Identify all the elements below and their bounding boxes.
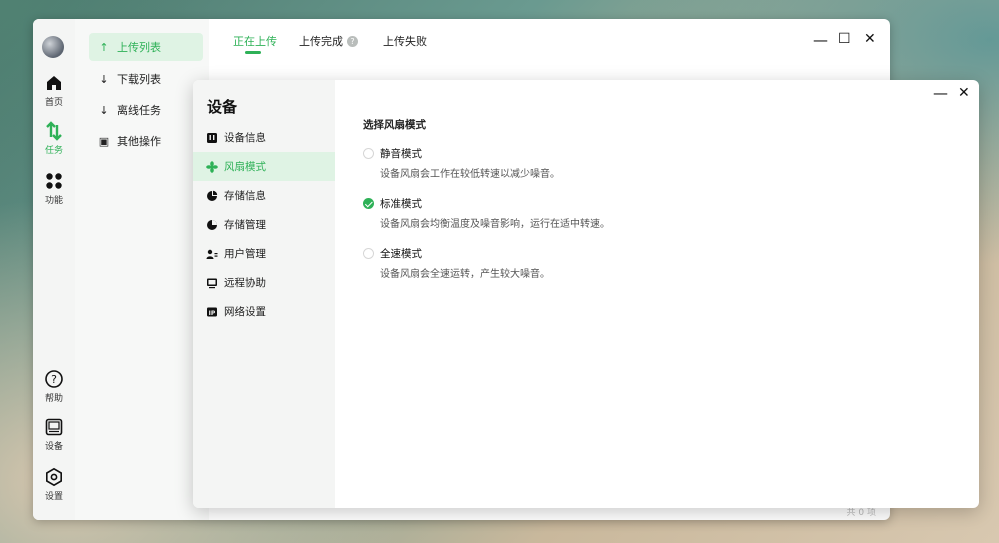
- svg-text:?: ?: [51, 373, 57, 386]
- rail-label-device: 设备: [44, 442, 63, 452]
- fan-icon: [206, 160, 218, 173]
- dialog-item-label: 设备信息: [224, 132, 266, 144]
- rail-label-home: 首页: [44, 98, 63, 108]
- task-nav: ↑ 上传列表 ↓ 下载列表 ↓ 离线任务 ▣ 其他操作: [75, 19, 209, 520]
- device-info-icon: [207, 132, 217, 143]
- dialog-item-network[interactable]: IP 网络设置: [193, 297, 335, 326]
- rail-label-features: 功能: [44, 196, 63, 206]
- option-desc: 设备风扇会全速运转，产生较大噪音。: [380, 269, 550, 280]
- nav-item-label: 下载列表: [117, 73, 161, 86]
- dialog-close-button[interactable]: ✕: [958, 85, 970, 101]
- rail-item-features[interactable]: 功能: [33, 171, 75, 206]
- help-icon[interactable]: ?: [347, 36, 358, 47]
- radio-silent[interactable]: [363, 148, 374, 159]
- user-icon: [206, 249, 218, 259]
- dialog-item-label: 用户管理: [224, 248, 266, 260]
- monitor-icon: [207, 278, 217, 288]
- arrow-down-icon: ↓: [99, 103, 109, 117]
- left-rail: 首页 任务 功能 ? 帮助 设备 设置: [33, 19, 76, 520]
- device-dialog: 设备 设备信息 风扇模式 存储信息 存储管理 用户管理 远程协助 IP 网络设置…: [193, 80, 979, 508]
- rail-label-help: 帮助: [44, 394, 63, 404]
- transfer-icon: [46, 121, 62, 141]
- dialog-item-storage-info[interactable]: 存储信息: [193, 181, 335, 210]
- minimize-button[interactable]: —: [813, 31, 828, 49]
- fan-mode-section-title: 选择风扇模式: [363, 119, 426, 131]
- dialog-item-label: 存储信息: [224, 190, 266, 202]
- help-icon: ?: [45, 370, 63, 388]
- rail-item-home[interactable]: 首页: [33, 73, 75, 108]
- dialog-sidebar: 设备 设备信息 风扇模式 存储信息 存储管理 用户管理 远程协助 IP 网络设置: [193, 80, 335, 508]
- tab-upload-complete[interactable]: 上传完成?: [299, 33, 358, 49]
- dialog-item-user-manage[interactable]: 用户管理: [193, 239, 335, 268]
- home-icon: [47, 76, 61, 90]
- option-label: 标准模式: [380, 198, 422, 210]
- dialog-title: 设备: [207, 98, 238, 116]
- dialog-minimize-button[interactable]: —: [933, 84, 948, 102]
- arrow-down-icon: ↓: [99, 72, 109, 86]
- arrow-up-icon: ↑: [99, 40, 109, 54]
- dialog-item-remote-assist[interactable]: 远程协助: [193, 268, 335, 297]
- rail-label-tasks: 任务: [44, 146, 63, 156]
- option-label: 全速模式: [380, 248, 422, 260]
- tab-uploading[interactable]: 正在上传: [233, 33, 277, 49]
- rail-item-settings[interactable]: 设置: [33, 467, 75, 502]
- option-desc: 设备风扇会均衡温度及噪音影响，运行在适中转速。: [380, 219, 610, 230]
- option-desc: 设备风扇会工作在较低转速以减少噪音。: [380, 169, 560, 180]
- nav-item-label: 其他操作: [117, 135, 161, 148]
- option-label: 静音模式: [380, 148, 422, 160]
- dialog-item-label: 远程协助: [224, 277, 266, 289]
- nav-item-label: 上传列表: [117, 41, 161, 54]
- clipboard-icon: ▣: [98, 134, 110, 148]
- radio-standard-checked[interactable]: [363, 198, 374, 209]
- rail-item-device[interactable]: 设备: [33, 417, 75, 452]
- radio-full-speed[interactable]: [363, 248, 374, 259]
- settings-icon: [46, 467, 62, 487]
- active-tab-indicator: [245, 51, 261, 54]
- nav-item-label: 离线任务: [117, 104, 161, 117]
- rail-label-settings: 设置: [44, 492, 63, 502]
- dialog-item-fan-mode[interactable]: 风扇模式: [193, 152, 335, 181]
- dialog-item-label: 网络设置: [224, 306, 266, 318]
- avatar[interactable]: [42, 36, 64, 58]
- rail-item-tasks[interactable]: 任务: [33, 121, 75, 156]
- apps-icon: [46, 173, 62, 189]
- tab-upload-failed[interactable]: 上传失败: [383, 33, 427, 49]
- pie-chart-icon: [207, 190, 218, 201]
- close-button[interactable]: ✕: [864, 31, 876, 47]
- tab-label: 上传完成: [299, 35, 343, 48]
- nav-item-download-list[interactable]: ↓ 下载列表: [89, 65, 203, 93]
- dialog-item-storage-manage[interactable]: 存储管理: [193, 210, 335, 239]
- svg-text:IP: IP: [209, 309, 216, 316]
- nav-item-other-actions[interactable]: ▣ 其他操作: [89, 127, 203, 155]
- maximize-button[interactable]: ☐: [838, 31, 851, 47]
- nav-item-offline-tasks[interactable]: ↓ 离线任务: [89, 96, 203, 124]
- nav-item-upload-list[interactable]: ↑ 上传列表: [89, 33, 203, 61]
- storage-manage-icon: [207, 219, 217, 230]
- dialog-item-label: 风扇模式: [224, 161, 266, 173]
- dialog-item-label: 存储管理: [224, 219, 266, 231]
- rail-item-help[interactable]: ? 帮助: [33, 369, 75, 404]
- dialog-item-device-info[interactable]: 设备信息: [193, 123, 335, 152]
- device-icon: [45, 418, 63, 436]
- ip-icon: IP: [207, 307, 217, 316]
